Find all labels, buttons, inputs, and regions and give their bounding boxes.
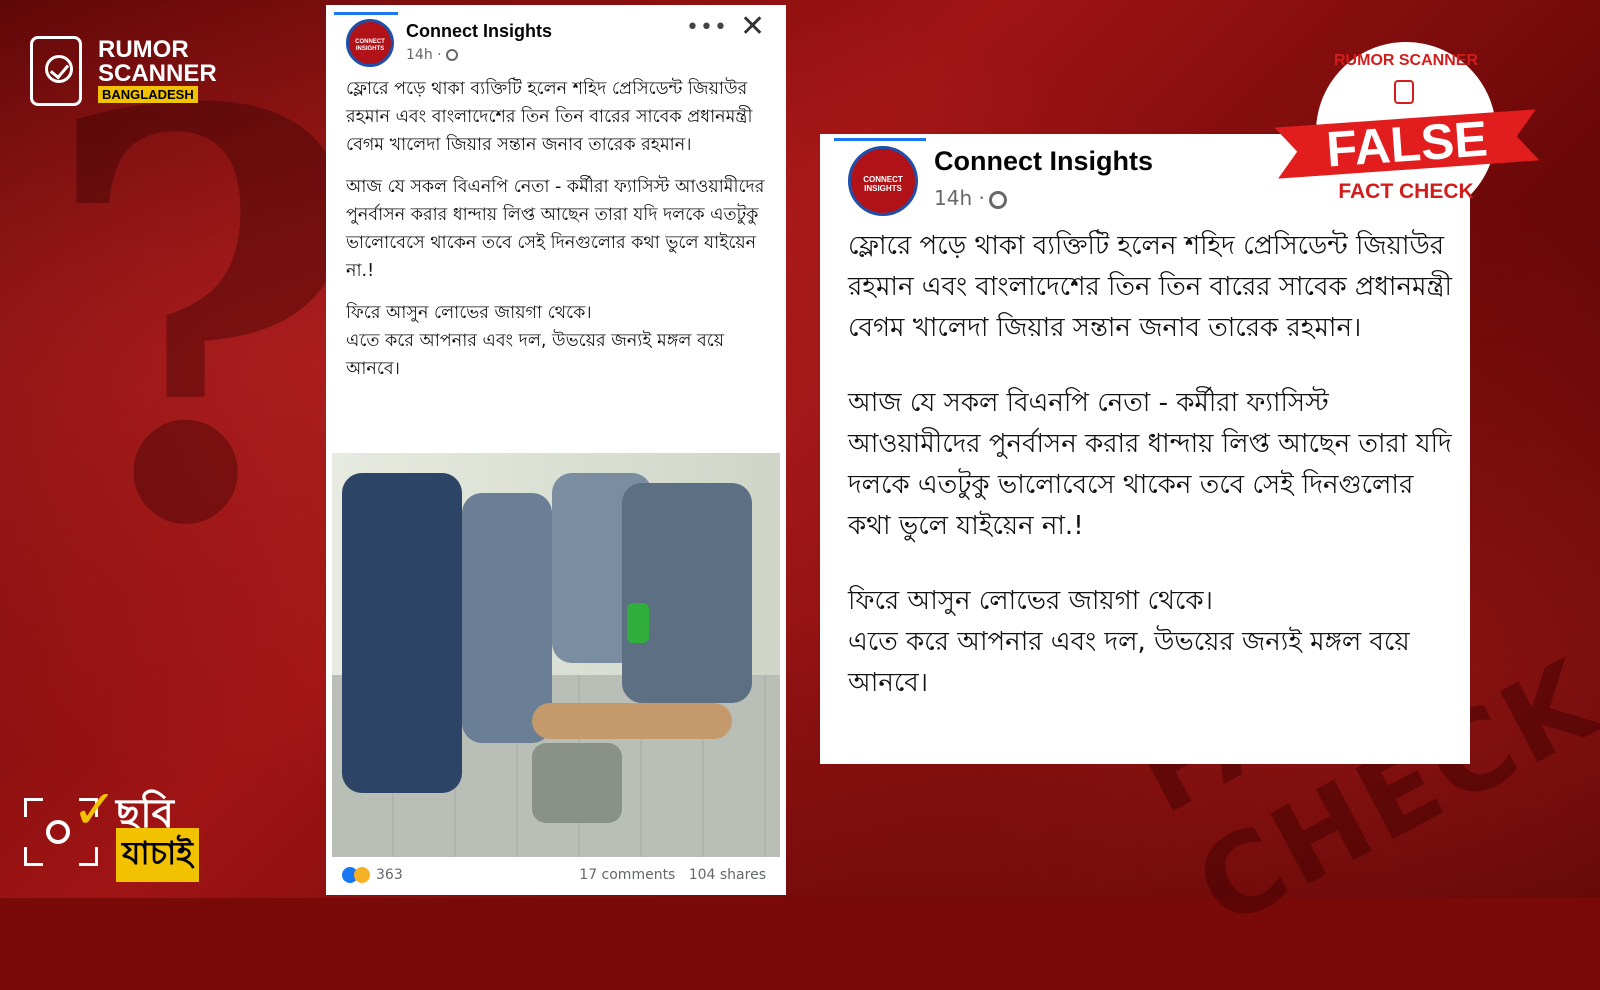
post-time: 14h · [406, 47, 458, 63]
jachai-text: যাচাই [116, 828, 199, 882]
post-photo[interactable] [332, 453, 780, 857]
photo-figure [627, 603, 649, 643]
brand-line2: SCANNER [98, 60, 217, 87]
page-name[interactable]: Connect Insights [406, 21, 552, 42]
avatar: CONNECT INSIGHTS [848, 146, 918, 216]
reaction-count: 363 [376, 867, 403, 883]
page-name: Connect Insights [934, 146, 1154, 176]
photo-figure [622, 483, 752, 703]
photo-figure [532, 743, 622, 823]
phone-icon [1394, 80, 1414, 104]
globe-icon [445, 49, 458, 61]
photo-figure [532, 703, 732, 739]
sad-icon [354, 867, 370, 883]
badge-bottom-text: FACT CHECK [1338, 180, 1474, 203]
post-text: ফ্লোরে পড়ে থাকা ব্যক্তিটি হলেন শহিদ প্র… [346, 75, 766, 383]
chobi-jachai-logo: ✓ ছবি যাচাই [24, 778, 214, 882]
brand-line1: RUMOR [98, 36, 189, 63]
paragraph-3-line-1: ফিরে আসুন লোভের জায়গা থেকে। [346, 303, 592, 323]
lens-icon [46, 820, 70, 844]
post-text: ফ্লোরে পড়ে থাকা ব্যক্তিটি হলেন শহিদ প্র… [848, 226, 1458, 704]
close-icon[interactable]: ✕ [740, 9, 765, 44]
phone-check-icon [30, 36, 82, 106]
tab-indicator [834, 138, 926, 141]
paragraph-1: ফ্লোরে পড়ে থাকা ব্যক্তিটি হলেন শহিদ প্র… [346, 79, 753, 155]
time-text: 14h · [406, 47, 442, 63]
paragraph-3-line-1: ফিরে আসুন লোভের জায়গা থেকে। [848, 586, 1213, 616]
check-icon [45, 55, 73, 83]
brand-line3: BANGLADESH [98, 86, 198, 103]
facebook-post-screenshot: CONNECT INSIGHTS Connect Insights 14h · … [326, 5, 786, 895]
paragraph-3-line-2: এতে করে আপনার এবং দল, উভয়ের জন্যই মঙ্গল… [346, 331, 725, 379]
rumor-scanner-logo: RUMOR SCANNER BANGLADESH [30, 36, 220, 112]
paragraph-2: আজ যে সকল বিএনপি নেতা - কর্মীরা ফ্যাসিস্… [346, 177, 765, 281]
checkmark-icon: ✓ [72, 778, 118, 841]
paragraph-3-line-2: এতে করে আপনার এবং দল, উভয়ের জন্যই মঙ্গল… [848, 627, 1410, 698]
photo-figure [342, 473, 462, 793]
post-time: 14h · [934, 186, 1007, 210]
avatar[interactable]: CONNECT INSIGHTS [346, 19, 394, 67]
post-stats: 17 comments 104 shares [579, 867, 766, 883]
time-text: 14h · [934, 186, 985, 210]
paragraph-2: আজ যে সকল বিএনপি নেতা - কর্মীরা ফ্যাসিস্… [848, 388, 1452, 541]
question-mark-graphic: ? [40, 0, 369, 649]
paragraph-1: ফ্লোরে পড়ে থাকা ব্যক্তিটি হলেন শহিদ প্র… [848, 231, 1452, 343]
comments-count[interactable]: 17 comments [579, 867, 675, 883]
tab-indicator [334, 12, 398, 15]
more-options-icon[interactable]: ••• [686, 15, 728, 40]
shares-count[interactable]: 104 shares [689, 867, 766, 883]
reactions[interactable]: 363 [342, 867, 403, 883]
false-fact-check-badge: RUMOR SCANNER FALSE FACT CHECK [1276, 42, 1538, 242]
badge-top-text: RUMOR SCANNER [1334, 52, 1478, 69]
globe-icon [988, 190, 1007, 209]
verdict-label: FALSE [1324, 110, 1490, 178]
